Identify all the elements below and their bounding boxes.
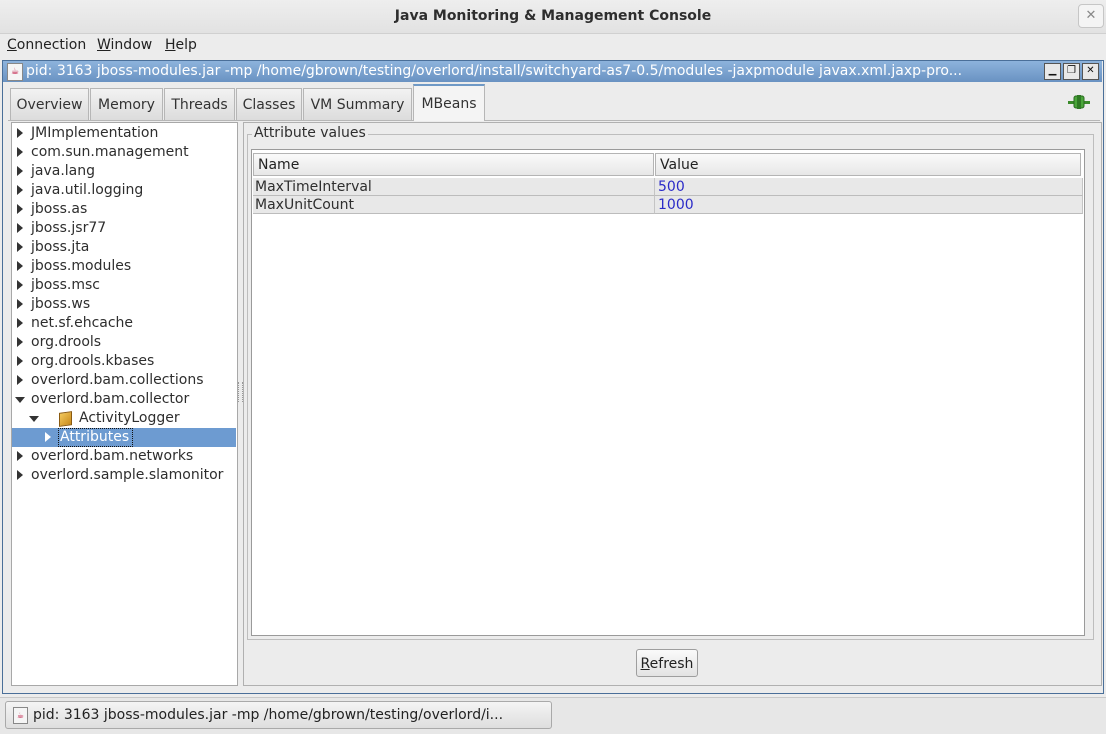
restore-frame-button[interactable]: ❐ bbox=[1063, 63, 1080, 80]
menu-connection[interactable]: Connection bbox=[7, 37, 86, 53]
collapsed-arrow-icon[interactable] bbox=[17, 166, 23, 176]
tab-classes-label: Classes bbox=[242, 97, 296, 113]
tree-node[interactable]: jboss.jta bbox=[31, 238, 89, 257]
tab-overview-label: Overview bbox=[16, 97, 83, 113]
menu-help-mnemonic: H bbox=[165, 37, 176, 53]
menu-window-label: indow bbox=[110, 37, 153, 53]
column-header-name[interactable]: Name bbox=[253, 153, 654, 176]
close-frame-button[interactable]: ✕ bbox=[1082, 63, 1099, 80]
attribute-values-label: Attribute values bbox=[252, 125, 368, 141]
attribute-value-cell[interactable]: 1000 bbox=[655, 196, 1083, 214]
close-window-button[interactable]: ✕ bbox=[1078, 4, 1104, 28]
collapsed-arrow-icon[interactable] bbox=[45, 432, 51, 442]
attribute-value-cell[interactable]: 500 bbox=[655, 178, 1083, 196]
tree-node[interactable]: java.util.logging bbox=[31, 181, 143, 200]
close-icon: ✕ bbox=[1086, 65, 1095, 76]
collapsed-arrow-icon[interactable] bbox=[17, 128, 23, 138]
tree-node[interactable]: jboss.modules bbox=[31, 257, 131, 276]
menu-connection-label: onnection bbox=[16, 37, 87, 53]
collapsed-arrow-icon[interactable] bbox=[17, 356, 23, 366]
tab-classes[interactable]: Classes bbox=[236, 88, 302, 120]
tree-node[interactable]: jboss.msc bbox=[31, 276, 100, 295]
collapsed-arrow-icon[interactable] bbox=[17, 261, 23, 271]
tab-memory-label: Memory bbox=[98, 97, 155, 113]
tree-node[interactable]: com.sun.management bbox=[31, 143, 189, 162]
restore-icon: ❐ bbox=[1067, 65, 1076, 76]
tree-node[interactable]: jboss.as bbox=[31, 200, 87, 219]
attribute-table[interactable] bbox=[251, 149, 1085, 636]
menu-help-label: elp bbox=[175, 37, 197, 53]
tree-node[interactable]: overlord.bam.networks bbox=[31, 447, 193, 466]
expanded-arrow-icon[interactable] bbox=[15, 397, 25, 403]
tree-node[interactable]: net.sf.ehcache bbox=[31, 314, 133, 333]
tab-threads[interactable]: Threads bbox=[164, 88, 235, 120]
minimize-frame-button[interactable]: ▁ bbox=[1044, 63, 1061, 80]
java-icon: ☕ bbox=[7, 63, 23, 81]
menu-window-mnemonic: W bbox=[97, 37, 111, 53]
tab-memory[interactable]: Memory bbox=[90, 88, 163, 120]
tree-node[interactable]: JMImplementation bbox=[31, 124, 158, 143]
collapsed-arrow-icon[interactable] bbox=[17, 280, 23, 290]
refresh-mnemonic: R bbox=[640, 656, 650, 672]
tab-vm-summary-label: VM Summary bbox=[310, 97, 405, 113]
minimize-icon: ▁ bbox=[1048, 65, 1057, 76]
collapsed-arrow-icon[interactable] bbox=[17, 204, 23, 214]
refresh-label: efresh bbox=[649, 656, 694, 672]
column-header-value[interactable]: Value bbox=[655, 153, 1081, 176]
internal-frame-title: pid: 3163 jboss-modules.jar -mp /home/gb… bbox=[26, 63, 963, 79]
tree-node[interactable]: overlord.bam.collections bbox=[31, 371, 204, 390]
java-icon: ☕ bbox=[13, 707, 28, 724]
tab-overview[interactable]: Overview bbox=[10, 88, 89, 120]
collapsed-arrow-icon[interactable] bbox=[17, 299, 23, 309]
attribute-name-cell[interactable]: MaxTimeInterval bbox=[253, 178, 655, 196]
tree-node[interactable]: jboss.jsr77 bbox=[31, 219, 106, 238]
attribute-name-cell[interactable]: MaxUnitCount bbox=[253, 196, 655, 214]
collapsed-arrow-icon[interactable] bbox=[17, 318, 23, 328]
collapsed-arrow-icon[interactable] bbox=[17, 451, 23, 461]
tab-vm-summary[interactable]: VM Summary bbox=[303, 88, 412, 120]
tab-mbeans[interactable]: MBeans bbox=[413, 84, 485, 121]
expanded-arrow-icon[interactable] bbox=[29, 416, 39, 422]
close-icon: ✕ bbox=[1085, 8, 1097, 23]
collapsed-arrow-icon[interactable] bbox=[17, 337, 23, 347]
refresh-button[interactable]: Refresh bbox=[636, 649, 698, 677]
bean-icon bbox=[59, 411, 72, 427]
tree-node[interactable]: java.lang bbox=[31, 162, 95, 181]
tree-node[interactable]: overlord.bam.collector bbox=[31, 390, 189, 409]
tree-node[interactable]: org.drools.kbases bbox=[31, 352, 154, 371]
tree-node[interactable]: org.drools bbox=[31, 333, 101, 352]
tree-node[interactable]: overlord.sample.slamonitor bbox=[31, 466, 223, 485]
connected-plug-icon bbox=[1068, 95, 1090, 109]
menu-connection-mnemonic: C bbox=[7, 37, 17, 53]
collapsed-arrow-icon[interactable] bbox=[17, 375, 23, 385]
tab-baseline bbox=[8, 120, 1100, 121]
collapsed-arrow-icon[interactable] bbox=[17, 147, 23, 157]
tab-threads-label: Threads bbox=[171, 97, 228, 113]
collapsed-arrow-icon[interactable] bbox=[17, 223, 23, 233]
tree-node[interactable]: ActivityLogger bbox=[79, 409, 180, 428]
menu-help[interactable]: Help bbox=[165, 37, 197, 53]
collapsed-arrow-icon[interactable] bbox=[17, 242, 23, 252]
menu-window[interactable]: Window bbox=[97, 37, 152, 53]
collapsed-arrow-icon[interactable] bbox=[17, 185, 23, 195]
tab-mbeans-label: MBeans bbox=[421, 96, 477, 112]
tree-node[interactable]: jboss.ws bbox=[31, 295, 90, 314]
taskbar-frame-label: pid: 3163 jboss-modules.jar -mp /home/gb… bbox=[33, 707, 504, 723]
window-title: Java Monitoring & Management Console bbox=[394, 8, 712, 24]
tree-node[interactable]: Attributes bbox=[60, 428, 129, 447]
collapsed-arrow-icon[interactable] bbox=[17, 470, 23, 480]
